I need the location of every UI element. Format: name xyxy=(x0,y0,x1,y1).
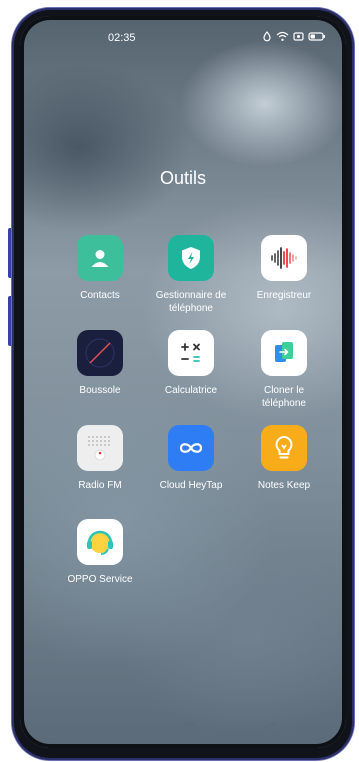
app-label: Notes Keep xyxy=(257,480,311,491)
menu-icon[interactable] xyxy=(105,722,119,734)
contacts-icon xyxy=(77,235,123,281)
app-notes-keep[interactable]: Notes Keep xyxy=(234,425,334,492)
phone-manager-icon xyxy=(168,235,214,281)
app-phone-manager[interactable]: Gestionnaire de téléphone xyxy=(141,235,241,315)
calculator-icon xyxy=(168,330,214,376)
app-cloud-heytap[interactable]: Cloud HeyTap xyxy=(141,425,241,492)
home-icon[interactable] xyxy=(184,722,198,734)
cloud-heytap-icon xyxy=(168,425,214,471)
back-icon[interactable] xyxy=(263,722,277,734)
battery-icon xyxy=(308,32,325,41)
recorder-icon xyxy=(261,235,307,281)
notes-icon xyxy=(261,425,307,471)
app-oppo-service[interactable]: OPPO Service xyxy=(50,519,150,586)
wifi-icon xyxy=(276,31,289,41)
navigation-bar xyxy=(20,712,346,748)
screen-record-icon xyxy=(293,32,304,41)
app-label: OPPO Service xyxy=(67,574,133,585)
app-label: Gestionnaire de téléphone xyxy=(155,290,227,314)
clone-phone-icon xyxy=(261,330,307,376)
app-label: Contacts xyxy=(80,290,120,301)
app-calculator[interactable]: Calculatrice xyxy=(141,330,241,397)
compass-icon xyxy=(77,330,123,376)
screen: 02:35 Outils Contacts Gestionnaire de té… xyxy=(20,16,346,748)
app-label: Enregistreur xyxy=(256,290,312,301)
app-label: Cloner le téléphone xyxy=(262,385,306,409)
oppo-service-icon xyxy=(77,519,123,565)
app-radio[interactable]: Radio FM xyxy=(50,425,150,492)
app-recorder[interactable]: Enregistreur xyxy=(234,235,334,302)
status-icons xyxy=(262,31,326,42)
status-bar: 02:35 xyxy=(20,28,346,48)
app-clone-phone[interactable]: Cloner le téléphone xyxy=(234,330,334,410)
app-label: Boussole xyxy=(79,385,121,396)
app-label: Radio FM xyxy=(78,480,122,491)
app-label: Calculatrice xyxy=(164,385,218,396)
clock: 02:35 xyxy=(108,32,136,44)
folder-title: Outils xyxy=(159,168,206,188)
app-compass[interactable]: Boussole xyxy=(50,330,150,397)
app-contacts[interactable]: Contacts xyxy=(50,235,150,302)
app-label: Cloud HeyTap xyxy=(159,480,223,491)
radio-icon xyxy=(77,425,123,471)
alarm-icon xyxy=(263,31,271,42)
